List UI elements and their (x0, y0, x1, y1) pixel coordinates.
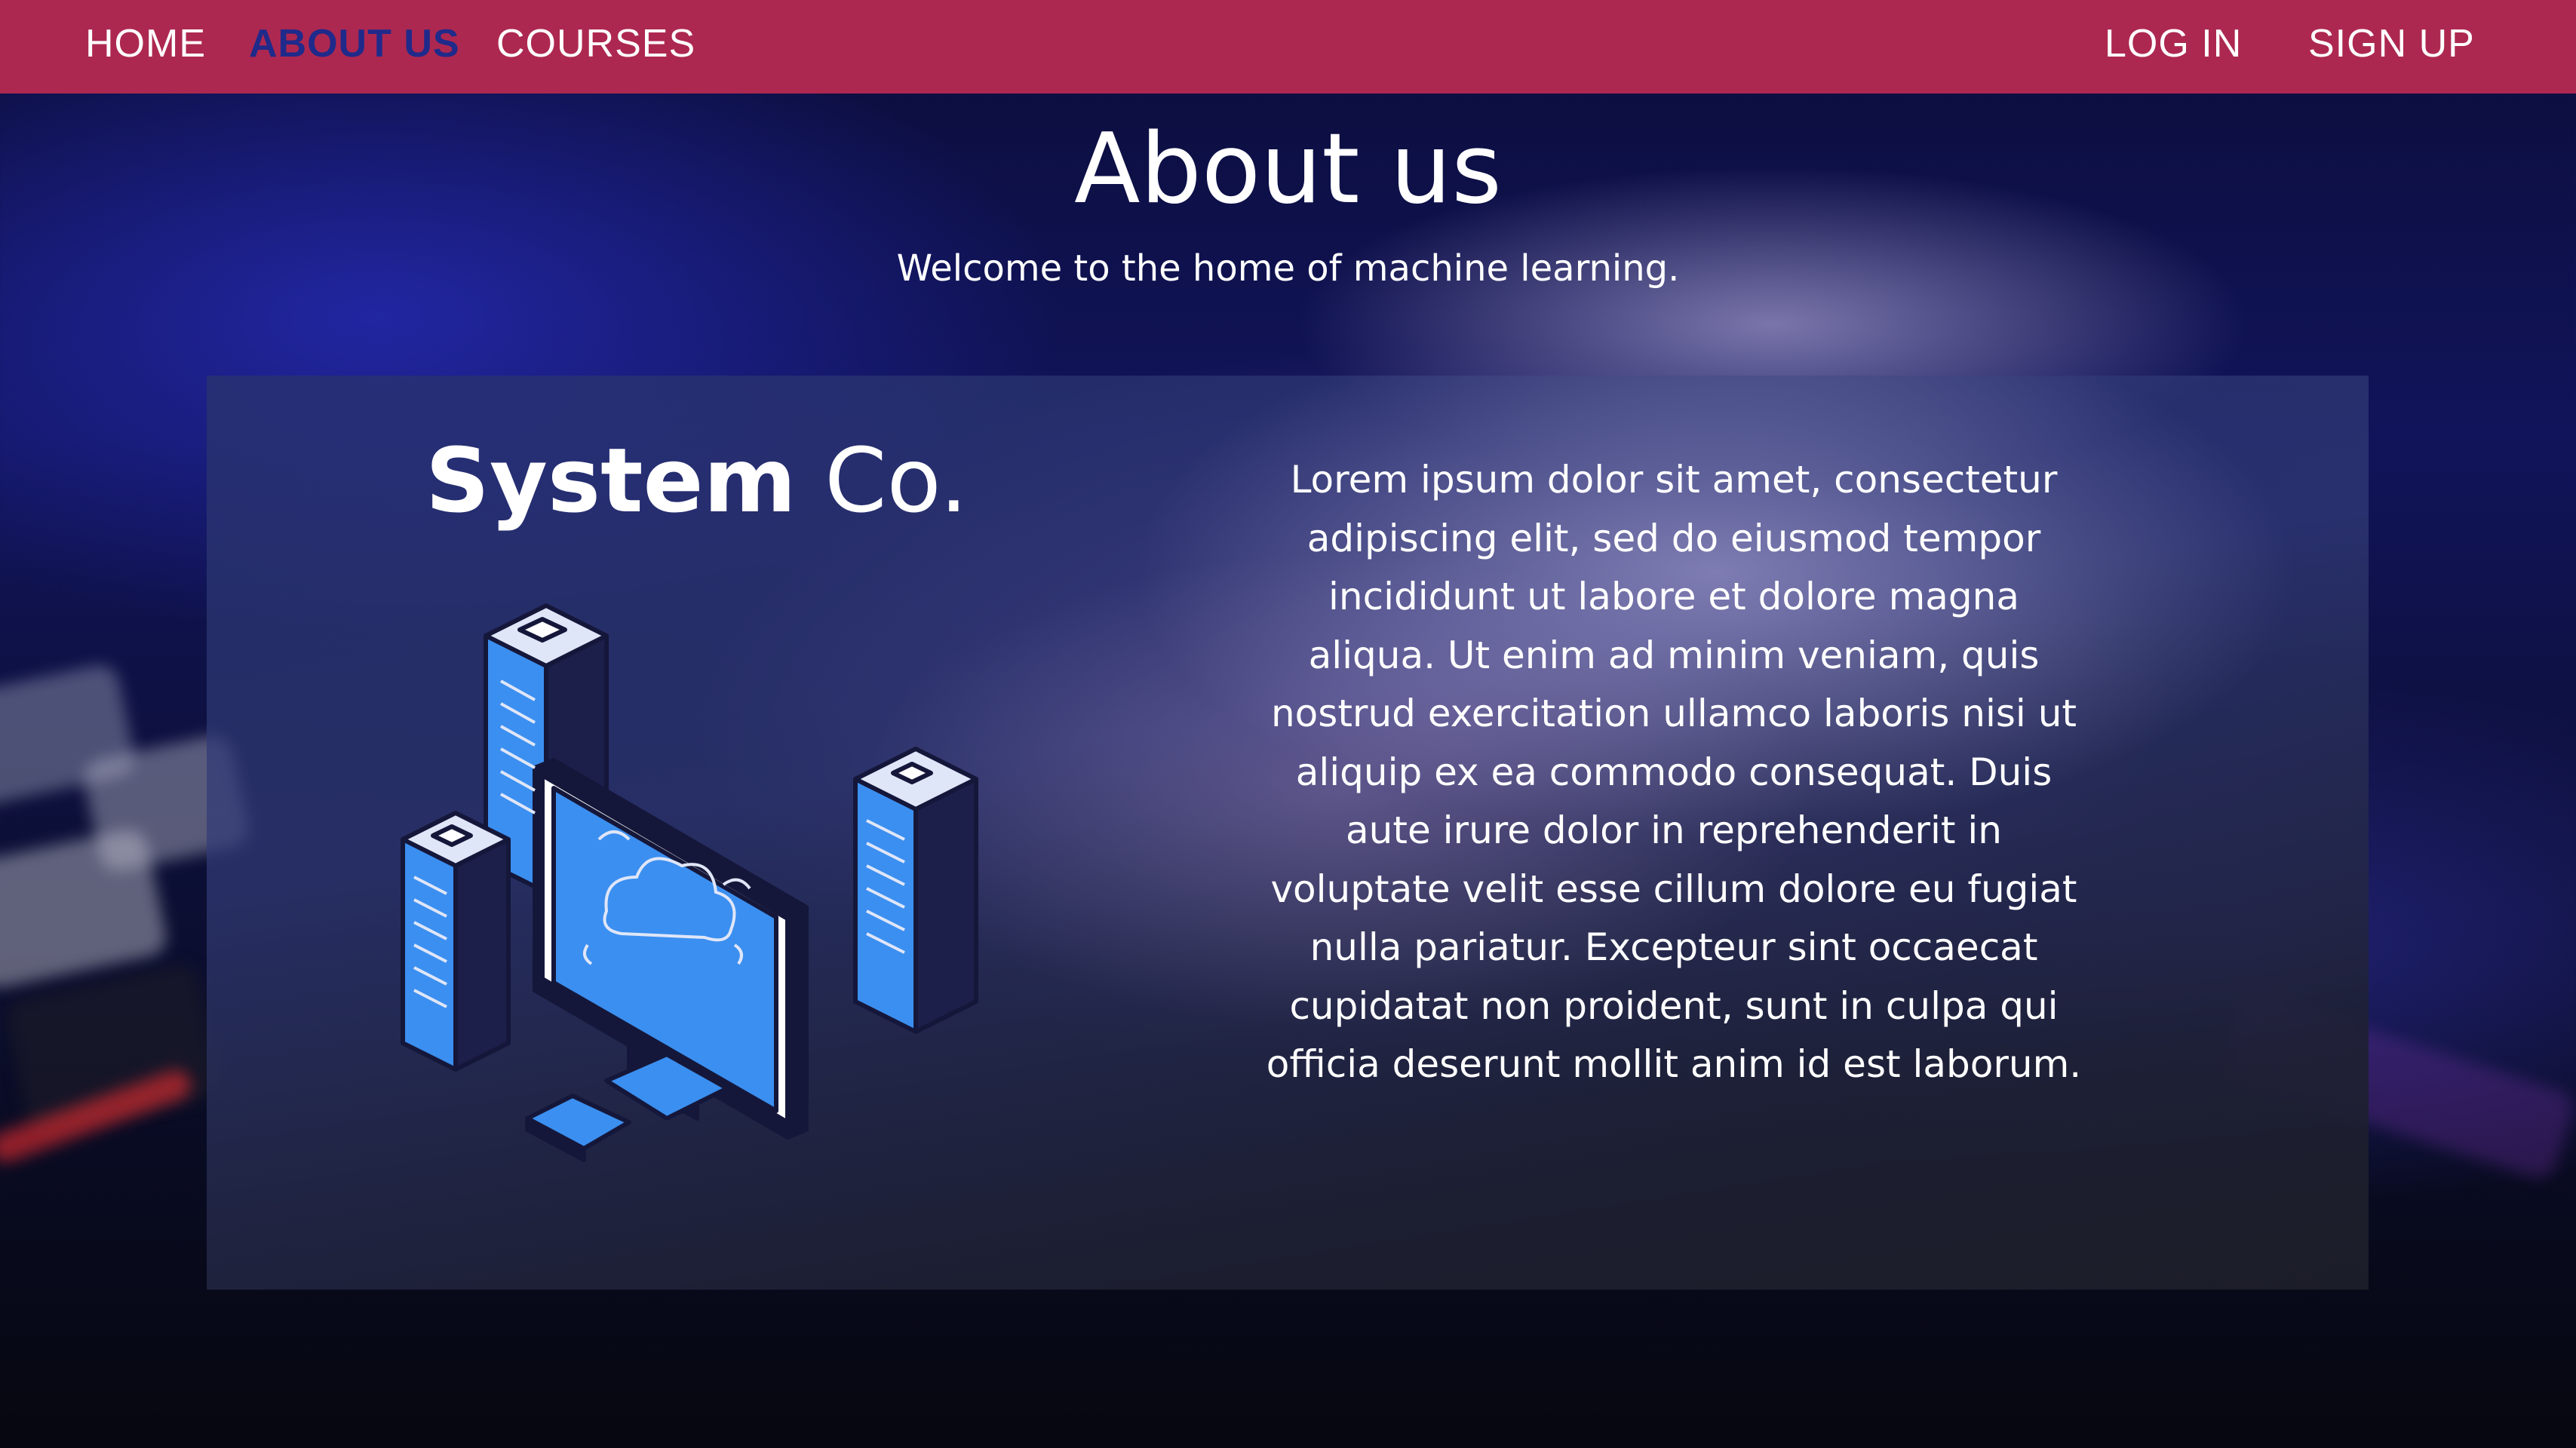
nav-sign-up-link[interactable]: SIGN UP (2308, 21, 2475, 66)
page-subtitle: Welcome to the home of machine learning. (896, 247, 1680, 290)
nav-log-in-link[interactable]: LOG IN (2105, 21, 2242, 66)
brand-name: System Co. (425, 428, 968, 532)
about-body-text: Lorem ipsum dolor sit amet, consectetur … (1266, 458, 2082, 1086)
brand-name-light: Co. (824, 428, 969, 532)
page-title: About us (1074, 113, 1502, 225)
background-keyboard-key (0, 826, 170, 992)
nav-home-link[interactable]: HOME (85, 21, 206, 66)
brand-name-bold: System (425, 428, 797, 532)
about-card: System Co. Lorem ipsum dolor sit amet, c… (207, 376, 2369, 1290)
server-cloud-illustration-icon (401, 603, 978, 1162)
top-navbar: HOME ABOUT US COURSES LOG IN SIGN UP (0, 0, 2576, 94)
nav-about-us-link[interactable]: ABOUT US (249, 21, 460, 66)
nav-courses-link[interactable]: COURSES (496, 21, 695, 66)
